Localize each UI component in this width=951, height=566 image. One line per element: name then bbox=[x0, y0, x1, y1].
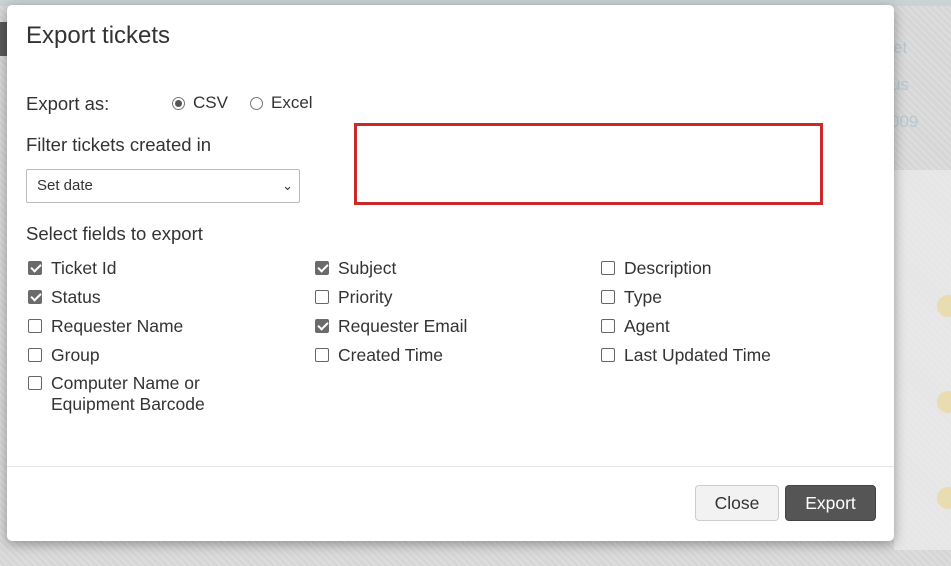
chevron-down-icon: ⌄ bbox=[282, 178, 293, 193]
field-checkbox-label: Type bbox=[624, 287, 662, 307]
field-checkbox-label: Group bbox=[51, 345, 100, 365]
field-checkbox[interactable] bbox=[601, 348, 615, 362]
field-checkbox-label: Ticket Id bbox=[51, 258, 117, 278]
highlight-box bbox=[354, 123, 823, 205]
field-checkbox[interactable] bbox=[28, 319, 42, 333]
field-checkbox-label: Requester Name bbox=[51, 316, 184, 336]
background-text: et bbox=[893, 38, 908, 57]
field-option[interactable]: Status bbox=[28, 287, 101, 308]
field-checkbox[interactable] bbox=[601, 261, 615, 275]
field-checkbox[interactable] bbox=[601, 319, 615, 333]
field-option[interactable]: Priority bbox=[315, 287, 392, 308]
field-checkbox[interactable] bbox=[28, 261, 42, 275]
field-checkbox[interactable] bbox=[28, 376, 42, 390]
field-checkbox[interactable] bbox=[315, 290, 329, 304]
field-checkbox-label: Priority bbox=[338, 287, 393, 307]
close-button[interactable]: Close bbox=[695, 485, 779, 521]
field-checkbox[interactable] bbox=[601, 290, 615, 304]
field-checkbox[interactable] bbox=[28, 348, 42, 362]
field-option[interactable]: Type bbox=[601, 287, 662, 308]
background-text: 009 bbox=[890, 112, 919, 131]
field-option[interactable]: Requester Name bbox=[28, 316, 183, 337]
csv-radio-option[interactable]: CSV bbox=[172, 93, 228, 113]
field-checkbox[interactable] bbox=[315, 261, 329, 275]
field-option[interactable]: Agent bbox=[601, 316, 670, 337]
field-option[interactable]: Last Updated Time bbox=[601, 345, 771, 366]
field-checkbox-label: Computer Name or Equipment Barcode bbox=[51, 373, 205, 414]
field-checkbox[interactable] bbox=[315, 348, 329, 362]
csv-radio[interactable] bbox=[172, 96, 185, 110]
excel-radio-label: Excel bbox=[271, 93, 313, 112]
filter-label: Filter tickets created in bbox=[26, 134, 212, 155]
field-option[interactable]: Description bbox=[601, 258, 712, 279]
export-as-label: Export as: bbox=[26, 93, 110, 114]
excel-radio-option[interactable]: Excel bbox=[250, 93, 313, 113]
field-option[interactable]: Computer Name or Equipment Barcode bbox=[28, 373, 288, 415]
field-option[interactable]: Subject bbox=[315, 258, 396, 279]
date-filter-value: Set date bbox=[37, 177, 93, 194]
field-checkbox-label: Agent bbox=[624, 316, 670, 336]
field-checkbox[interactable] bbox=[315, 319, 329, 333]
field-option[interactable]: Requester Email bbox=[315, 316, 467, 337]
field-checkbox[interactable] bbox=[28, 290, 42, 304]
field-checkbox-label: Requester Email bbox=[338, 316, 468, 336]
field-checkbox-label: Description bbox=[624, 258, 712, 278]
field-option[interactable]: Group bbox=[28, 345, 100, 366]
field-checkbox-label: Subject bbox=[338, 258, 397, 278]
export-tickets-dialog: Export tickets Export as: CSV Excel Filt… bbox=[7, 5, 894, 541]
field-checkbox-label: Status bbox=[51, 287, 101, 307]
excel-radio[interactable] bbox=[250, 96, 263, 110]
export-button[interactable]: Export bbox=[785, 485, 876, 521]
field-option[interactable]: Ticket Id bbox=[28, 258, 116, 279]
dialog-title: Export tickets bbox=[26, 22, 171, 49]
field-checkbox-label: Last Updated Time bbox=[624, 345, 771, 365]
date-filter-select[interactable]: Set date ⌄ bbox=[26, 169, 300, 203]
footer-divider bbox=[7, 466, 894, 467]
field-option[interactable]: Created Time bbox=[315, 345, 443, 366]
field-checkbox-label: Created Time bbox=[338, 345, 444, 365]
csv-radio-label: CSV bbox=[193, 93, 228, 112]
fields-label: Select fields to export bbox=[26, 223, 203, 244]
